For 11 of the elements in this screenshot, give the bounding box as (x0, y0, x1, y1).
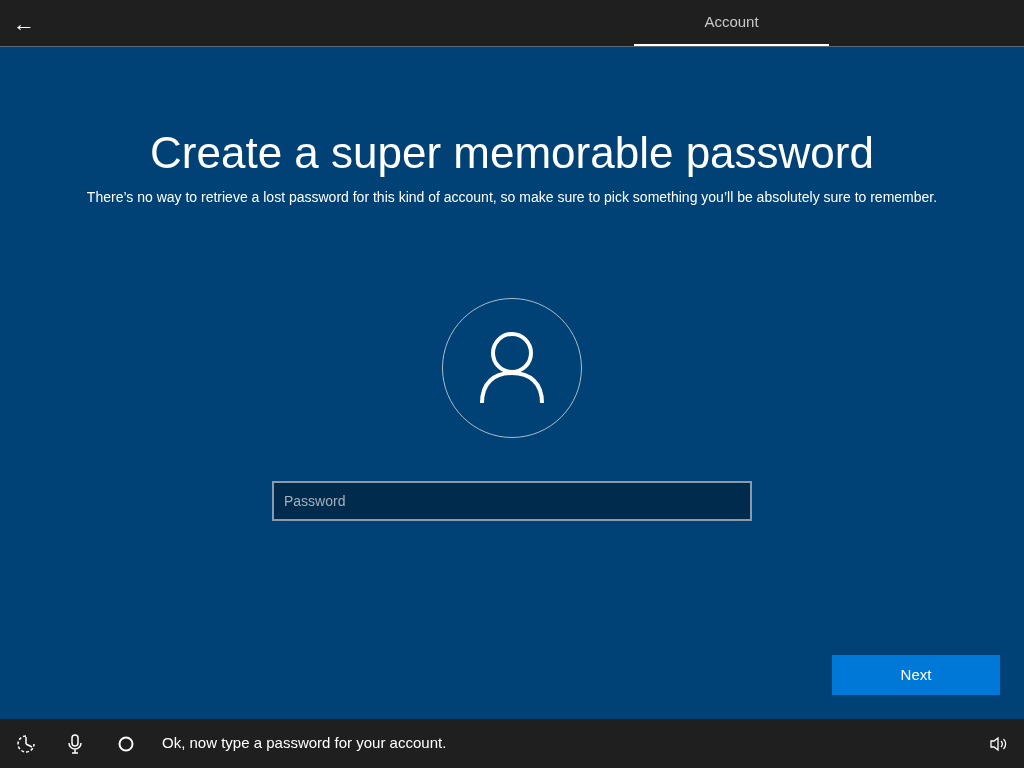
ease-of-access-icon[interactable] (16, 733, 36, 754)
cortana-circle-icon[interactable] (118, 735, 134, 752)
assistant-message: Ok, now type a password for your account. (162, 733, 447, 754)
microphone-icon[interactable] (68, 733, 82, 754)
back-button[interactable]: ← (0, 0, 48, 46)
next-button[interactable]: Next (832, 655, 1000, 695)
password-field[interactable]: Password (272, 481, 752, 521)
page-title: Create a super memorable password (150, 127, 874, 179)
volume-icon[interactable] (990, 735, 1008, 752)
account-tab[interactable]: Account (634, 0, 829, 46)
page-subtitle: There’s no way to retrieve a lost password for this kind of account, so make sure to pick something you’ll be absolutely sure to remember. (85, 188, 939, 207)
